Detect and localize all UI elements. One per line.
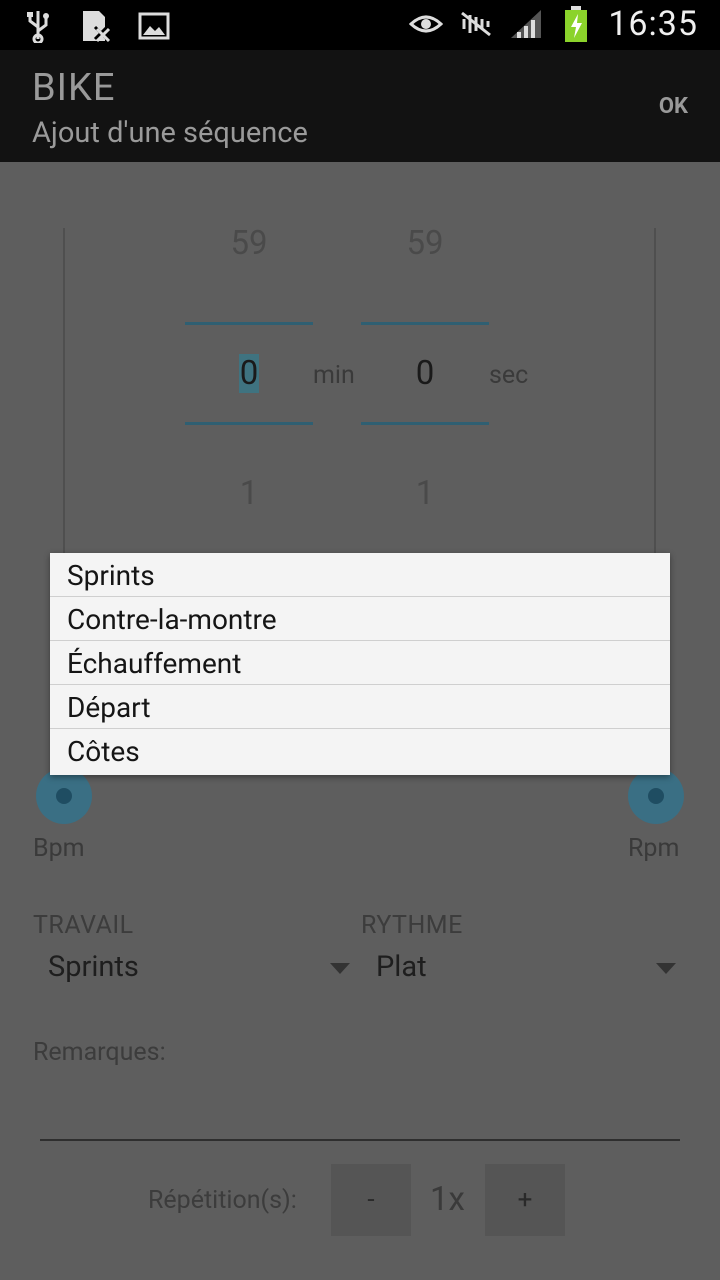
sim-error-icon [78,8,114,44]
rpm-slider-thumb[interactable] [628,768,684,824]
minutes-prev[interactable]: 59 [184,224,314,263]
chevron-down-icon [330,963,350,974]
travail-dropdown-popup: Sprints Contre-la-montre Échauffement Dé… [50,553,670,775]
seconds-current[interactable]: 0 [360,354,490,393]
remarques-underline [40,1139,680,1141]
signal-icon [508,6,544,42]
minutes-next[interactable]: 1 [184,474,314,513]
repetition-minus-button[interactable]: - [331,1164,411,1236]
rythme-spinner[interactable]: Plat [361,948,691,996]
minutes-picker[interactable]: 59 [184,224,314,263]
dropdown-item-contre-la-montre[interactable]: Contre-la-montre [50,597,670,641]
status-time: 16:35 [608,4,698,44]
dropdown-item-sprints[interactable]: Sprints [50,553,670,597]
travail-label: TRAVAIL [33,911,134,940]
battery-charging-icon [558,6,594,42]
repetition-label: Répétition(s): [148,1186,297,1215]
chevron-down-icon [656,963,676,974]
travail-spinner[interactable]: Sprints [33,948,353,996]
screen-subtitle: Ajout d'une séquence [32,116,308,150]
repetition-value: 1x [430,1180,465,1219]
minutes-divider-bottom [185,422,313,425]
seconds-prev[interactable]: 59 [360,224,490,263]
seconds-divider-top [361,322,489,325]
image-icon [136,8,172,44]
rpm-label: Rpm [628,834,680,863]
minutes-current-value[interactable]: 0 [238,354,260,393]
bpm-label: Bpm [33,834,85,863]
status-left-icons [20,8,172,44]
usb-icon [20,8,56,44]
rythme-label: RYTHME [361,911,463,940]
ok-button[interactable]: OK [659,94,688,119]
minutes-unit: min [313,361,355,390]
app-title: BIKE [32,66,116,110]
rythme-value: Plat [376,950,427,984]
action-bar: BIKE Ajout d'une séquence OK [0,50,720,162]
picker-left-border [63,228,65,558]
travail-value: Sprints [48,950,139,984]
dropdown-item-echauffement[interactable]: Échauffement [50,641,670,685]
seconds-next[interactable]: 1 [360,474,490,513]
picker-right-border [654,228,656,558]
minutes-current[interactable]: 0 [184,354,314,393]
status-bar: 16:35 [0,0,720,50]
seconds-unit: sec [489,361,529,390]
remarques-label: Remarques: [33,1038,166,1067]
seconds-divider-bottom [361,422,489,425]
dropdown-item-depart[interactable]: Départ [50,685,670,729]
mute-icon [458,6,494,42]
repetition-plus-button[interactable]: + [485,1164,565,1236]
minutes-divider-top [185,322,313,325]
eye-icon [408,6,444,42]
remarques-input[interactable] [40,1080,680,1140]
status-right-icons: 16:35 [408,4,698,44]
bpm-slider-thumb[interactable] [36,768,92,824]
dropdown-item-cotes[interactable]: Côtes [50,729,670,773]
